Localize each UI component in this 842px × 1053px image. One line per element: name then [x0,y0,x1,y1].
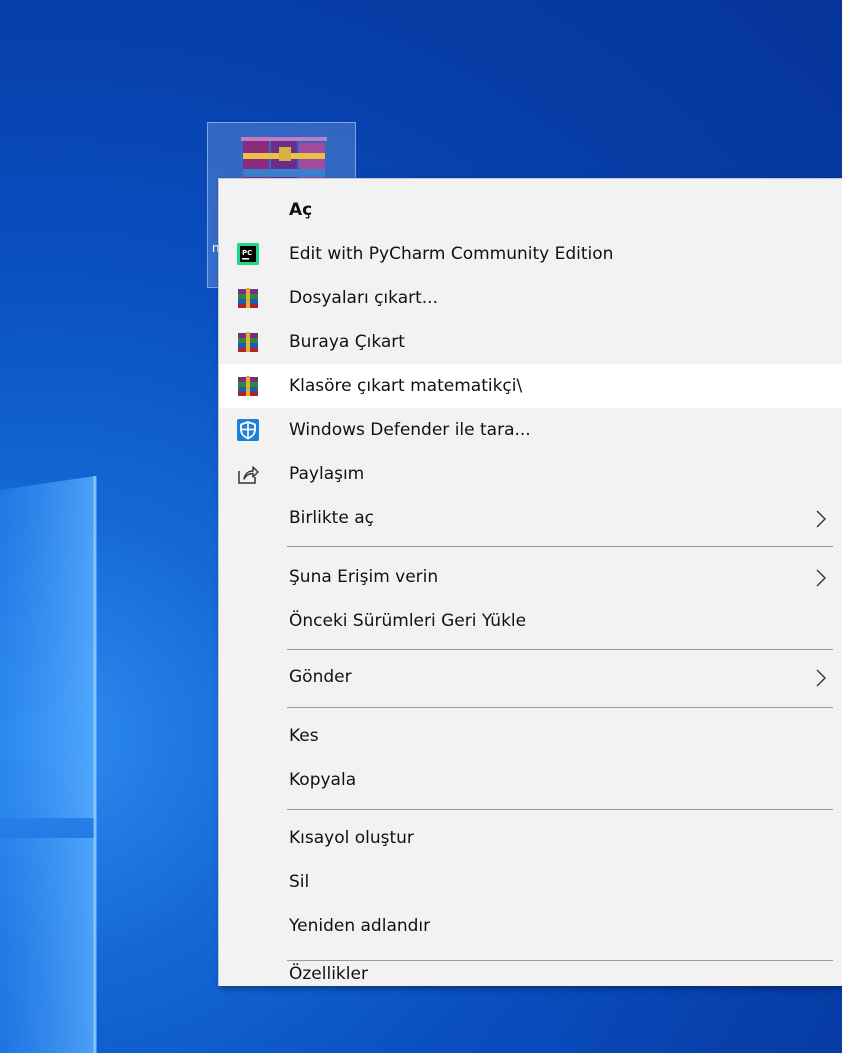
menu-separator [287,960,833,961]
winrar-icon [238,332,258,352]
context-menu: Aç PC Edit with PyCharm Community Editio… [218,178,842,986]
winrar-icon [238,288,258,308]
menu-item-defender-scan[interactable]: Windows Defender ile tara... [219,408,842,452]
menu-item-copy[interactable]: Kopyala [219,758,842,802]
menu-separator [287,546,833,547]
menu-item-edit-pycharm[interactable]: PC Edit with PyCharm Community Edition [219,232,842,276]
share-icon [238,466,259,484]
menu-item-label: Buraya Çıkart [289,332,405,352]
defender-shield-icon [237,419,259,441]
menu-item-give-access[interactable]: Şuna Erişim verin [219,555,842,599]
menu-item-label: Şuna Erişim verin [289,567,439,587]
menu-item-share[interactable]: Paylaşım [219,452,842,496]
menu-separator [287,649,833,650]
menu-item-label: Aç [289,200,313,220]
pycharm-icon: PC [237,243,259,265]
menu-item-create-shortcut[interactable]: Kısayol oluştur [219,816,842,860]
menu-item-properties[interactable]: Özellikler [219,963,842,987]
menu-item-label: Sil [289,872,310,892]
menu-item-extract-to-folder[interactable]: Klasöre çıkart matematikçi\ [219,364,842,408]
menu-item-label: Dosyaları çıkart... [289,288,438,308]
menu-item-label: Kopyala [289,770,357,790]
menu-item-label: Yeniden adlandır [289,916,431,936]
menu-item-rename[interactable]: Yeniden adlandır [219,904,842,948]
chevron-right-icon [816,669,826,687]
menu-item-send-to[interactable]: Gönder [219,655,842,699]
menu-item-label: Edit with PyCharm Community Edition [289,244,614,264]
menu-item-open-with[interactable]: Birlikte aç [219,496,842,540]
menu-item-delete[interactable]: Sil [219,860,842,904]
menu-item-extract-here[interactable]: Buraya Çıkart [219,320,842,364]
menu-item-cut[interactable]: Kes [219,714,842,758]
menu-item-label: Paylaşım [289,464,365,484]
menu-item-open[interactable]: Aç [219,188,842,232]
menu-item-extract-files[interactable]: Dosyaları çıkart... [219,276,842,320]
menu-separator [287,707,833,708]
menu-item-label: Kısayol oluştur [289,828,414,848]
menu-item-label: Windows Defender ile tara... [289,420,531,440]
menu-item-label: Birlikte aç [289,508,374,528]
menu-item-label: Özellikler [289,964,368,984]
menu-separator [287,809,833,810]
winrar-icon [238,376,258,396]
menu-item-label: Gönder [289,667,352,687]
menu-item-label: Önceki Sürümleri Geri Yükle [289,611,527,631]
menu-item-label: Klasöre çıkart matematikçi\ [289,376,523,396]
svg-text:PC: PC [242,249,252,257]
chevron-right-icon [816,569,826,587]
menu-item-restore-previous-versions[interactable]: Önceki Sürümleri Geri Yükle [219,599,842,643]
menu-item-label: Kes [289,726,319,746]
chevron-right-icon [816,510,826,528]
